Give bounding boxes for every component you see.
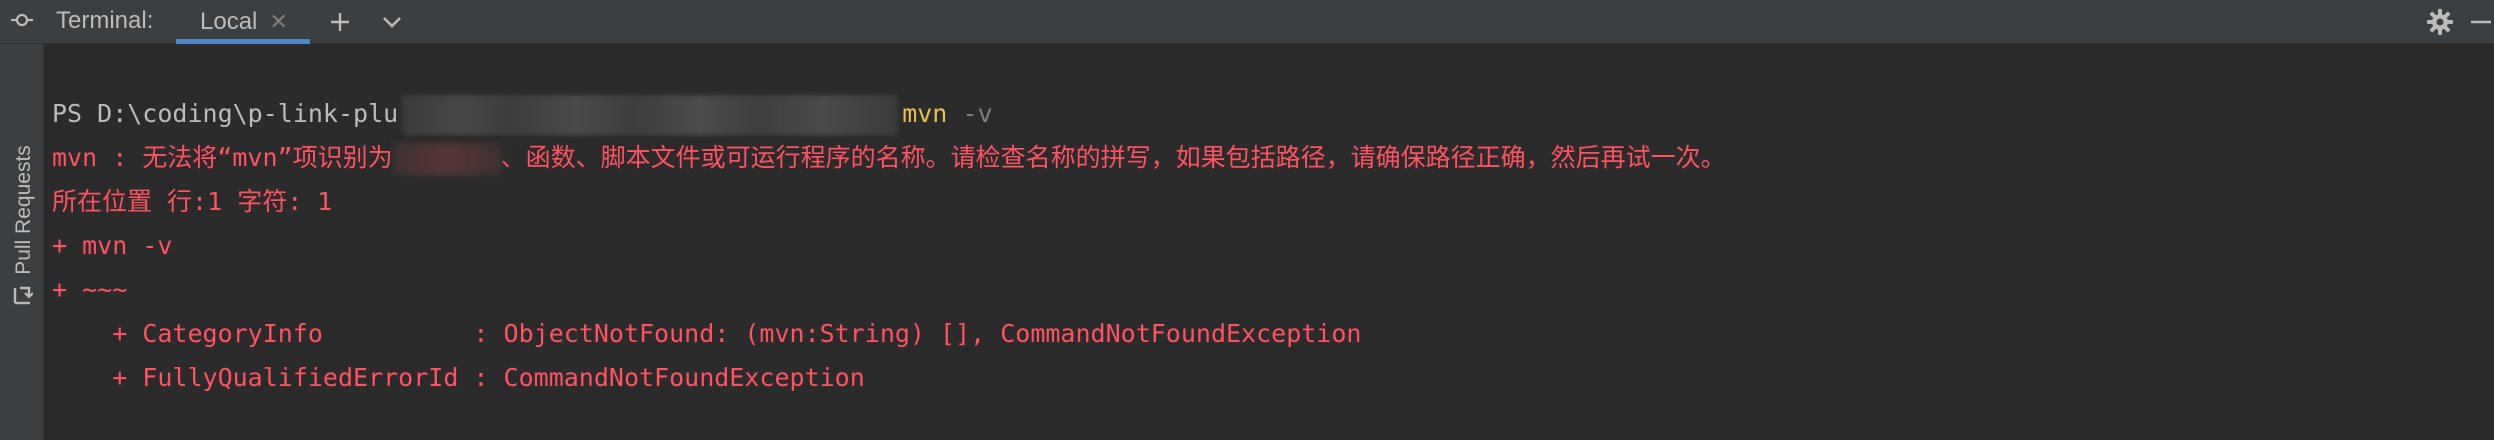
redacted-path: [402, 95, 899, 135]
prompt-command-args: -v: [962, 99, 993, 128]
session-dropdown-button[interactable]: [374, 4, 410, 40]
prompt-command: mvn: [902, 99, 948, 128]
error-line: mvn : 无法将“mvn”项识别为 、函数、脚本文件或可运行程序的名称。请检查名…: [52, 138, 1726, 178]
new-session-button[interactable]: [322, 4, 358, 40]
pull-request-icon: [13, 286, 33, 305]
prompt-line: PS D:\coding\p-link-plu mvn -v: [52, 94, 993, 135]
tab-local-label: Local: [200, 8, 258, 35]
sidebar-item-pull-requests[interactable]: Pull Requests: [4, 112, 40, 305]
tab-local[interactable]: Local ✕: [176, 0, 310, 44]
settings-button[interactable]: [2422, 4, 2458, 40]
error-marker-line: + ~~~: [52, 275, 128, 304]
hide-button[interactable]: [2464, 4, 2494, 40]
left-tool-strip: Pull Requests: [0, 44, 44, 440]
sidebar-item-label: Pull Requests: [12, 145, 35, 275]
prompt-prefix: PS D:\coding\p-link-plu: [52, 99, 399, 128]
close-icon[interactable]: ✕: [269, 10, 287, 35]
chevron-down-icon: [383, 17, 401, 28]
error-position-line: 所在位置 行:1 字符: 1: [52, 187, 333, 216]
error-command-echo: + mvn -v: [52, 231, 173, 260]
terminal-output[interactable]: PS D:\coding\p-link-plu mvn -v mvn : 无法将“…: [44, 44, 2494, 440]
plus-icon: [331, 13, 349, 31]
gear-icon: [2427, 9, 2453, 35]
terminal-toolbar: Terminal: Local ✕: [0, 0, 2494, 44]
tool-window-options-icon[interactable]: [10, 6, 34, 34]
error-message-end: 、函数、脚本文件或可运行程序的名称。请检查名称的拼写，如果包括路径，请确保路径正…: [500, 143, 1726, 172]
tool-window-title: Terminal:: [56, 7, 154, 34]
minus-icon: [2471, 20, 2491, 24]
error-qualified-id: + FullyQualifiedErrorId : CommandNotFoun…: [52, 363, 865, 392]
error-category-info: + CategoryInfo : ObjectNotFound: (mvn:St…: [52, 319, 1362, 348]
redacted-text: [392, 143, 501, 175]
error-message-start: mvn : 无法将“mvn”项识别为: [52, 143, 393, 172]
